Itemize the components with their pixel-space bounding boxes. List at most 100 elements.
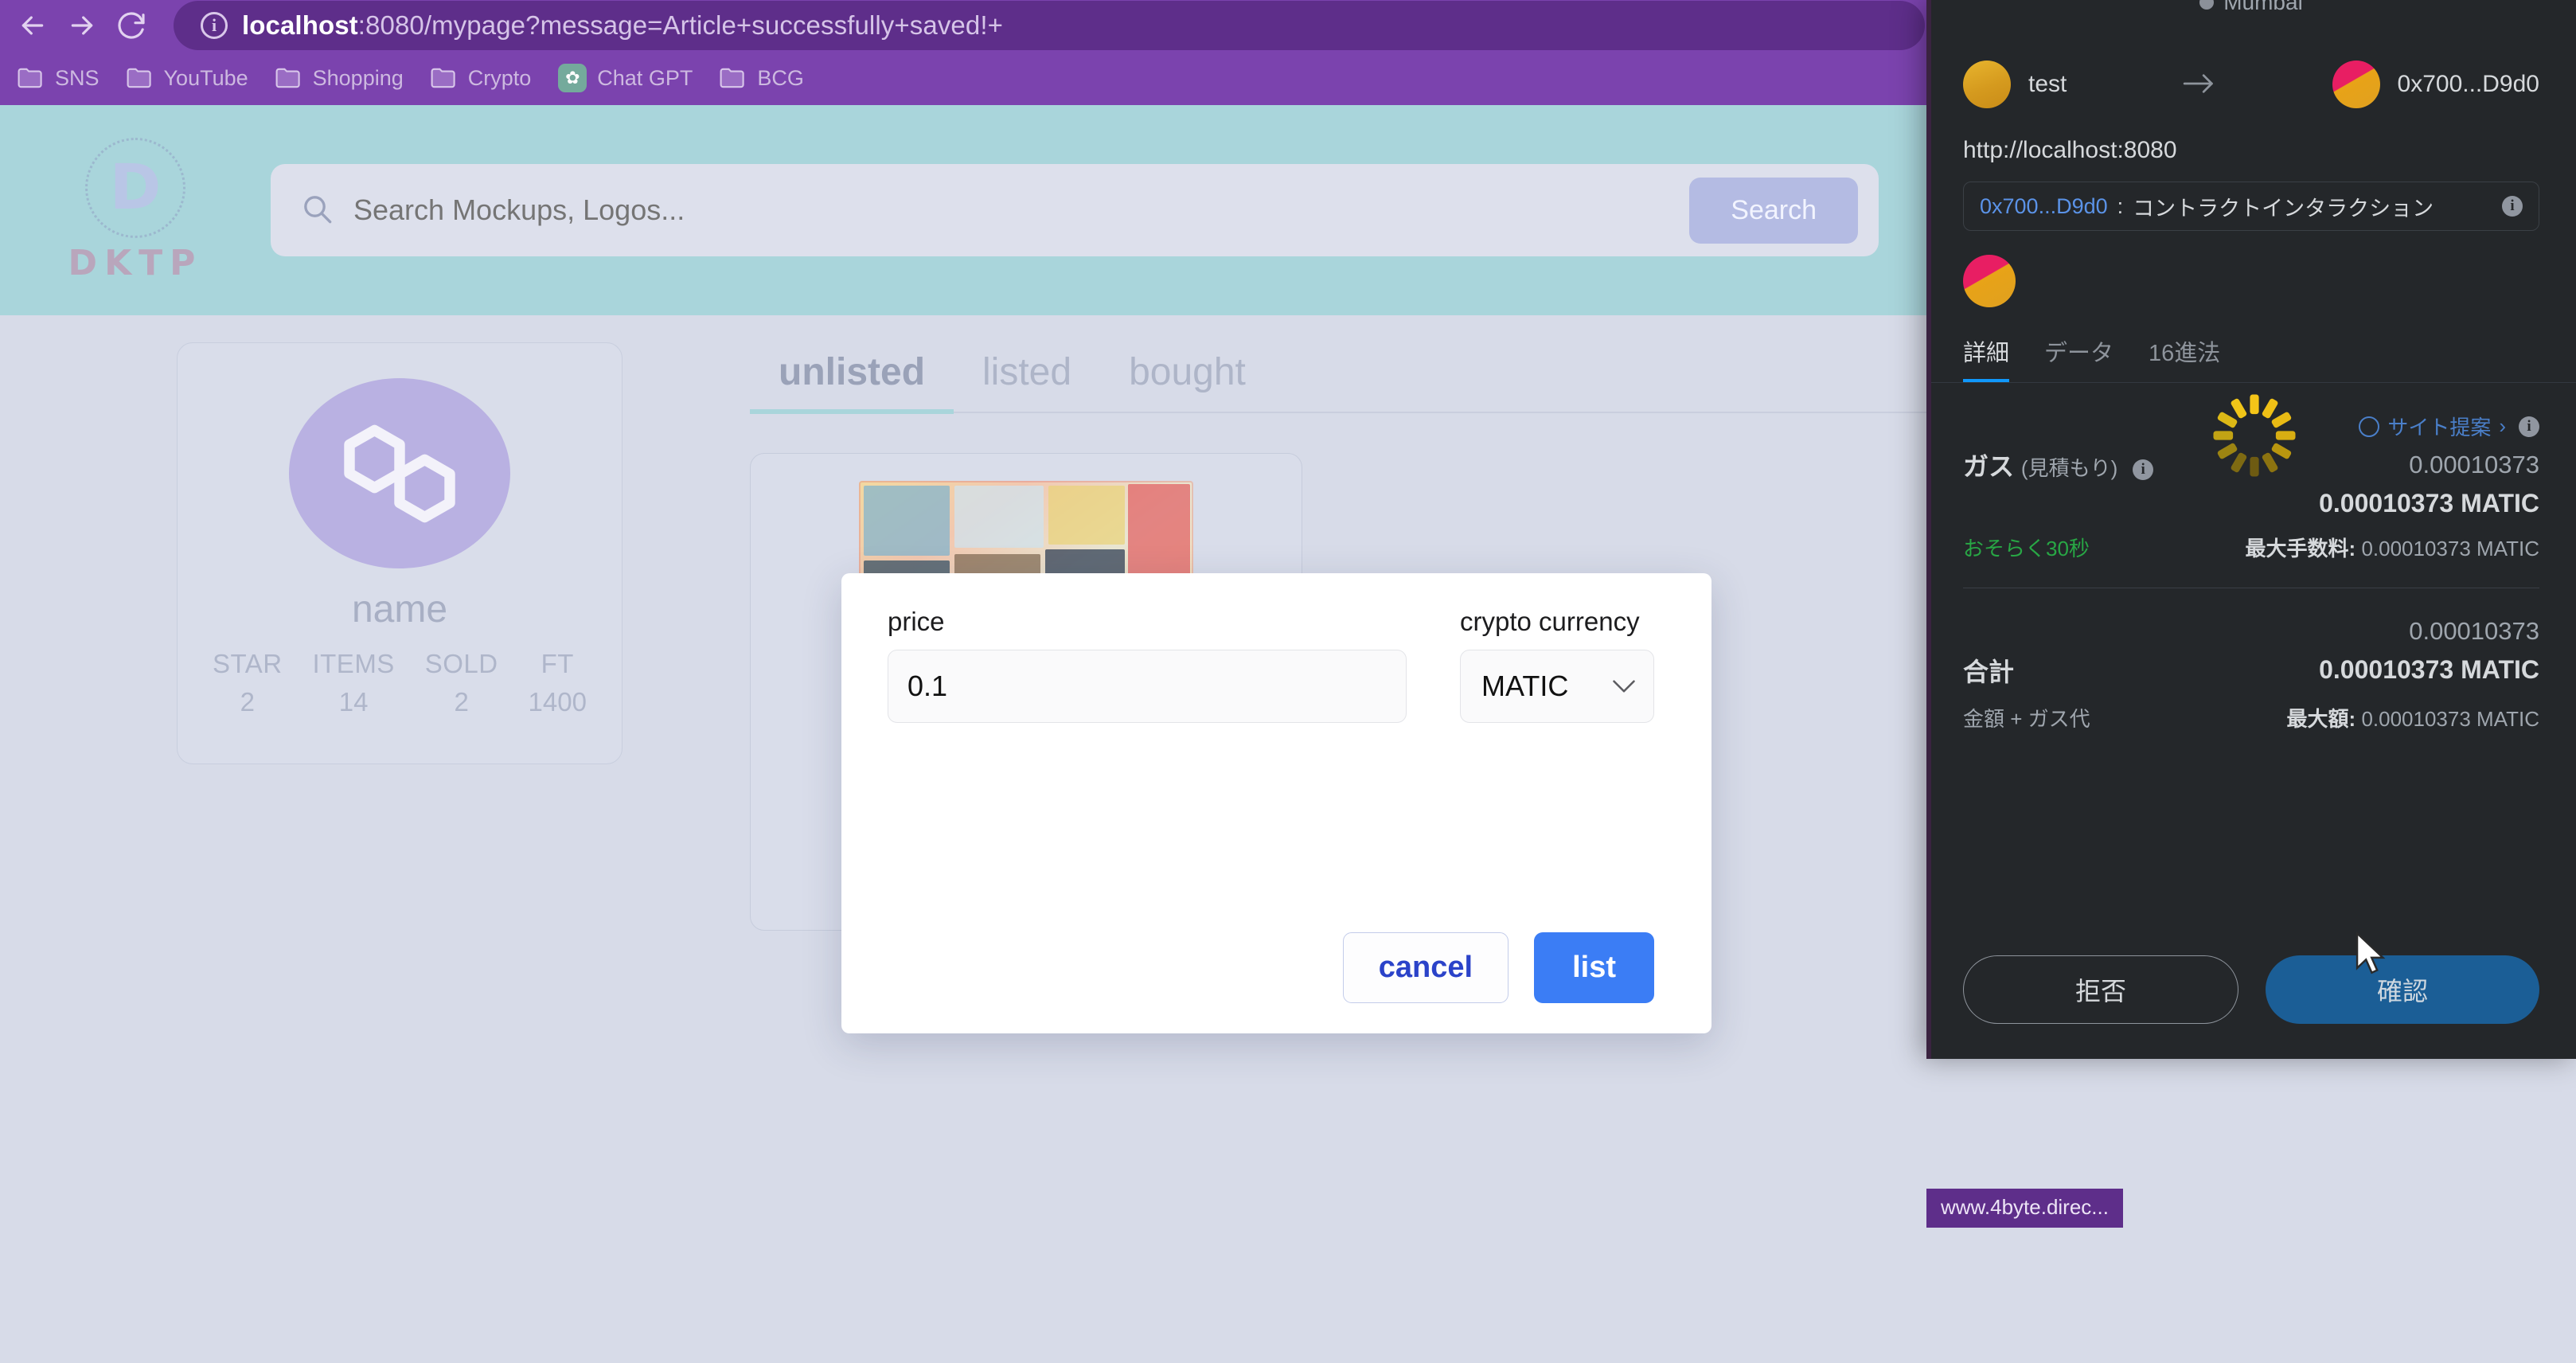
total-subrow: 金額 + ガス代 最大額: 0.00010373 MATIC	[1963, 700, 2539, 753]
to-account-name: 0x700...D9d0	[2397, 71, 2539, 97]
screen-root: i localhost:8080/mypage?message=Article+…	[0, 0, 2576, 1363]
total-amount-fiat: 0.00010373	[2409, 617, 2539, 645]
info-icon[interactable]: i	[2519, 416, 2539, 437]
folder-icon	[18, 67, 45, 89]
metamask-edge	[1926, 0, 1931, 1059]
currency-field-group: crypto currency MATIC	[1460, 607, 1654, 723]
price-input[interactable]	[888, 650, 1407, 723]
contract-address: 0x700...D9d0	[1980, 193, 2108, 218]
list-nft-modal: price crypto currency MATIC cancel list	[841, 573, 1711, 1033]
tab-data[interactable]: データ	[2044, 334, 2113, 382]
currency-select[interactable]: MATIC	[1460, 650, 1654, 723]
origin-url: http://localhost:8080	[1963, 137, 2177, 163]
folder-icon	[127, 67, 154, 89]
gas-time-estimate: おそらく30秒	[1963, 537, 2090, 560]
total-sub-label: 金額 + ガス代	[1963, 707, 2090, 731]
account-transfer-row: test 0x700...D9d0	[1926, 33, 2576, 116]
browser-nav-row: i localhost:8080/mypage?message=Article+…	[0, 0, 1926, 51]
bookmark-label: Crypto	[467, 65, 532, 90]
tab-hex[interactable]: 16進法	[2149, 334, 2220, 382]
bookmark-shopping[interactable]: Shopping	[266, 55, 421, 101]
forward-button[interactable]	[57, 1, 107, 50]
chevron-down-icon	[1612, 674, 1636, 699]
contract-action: コントラクトインタラクション	[2133, 196, 2434, 221]
identicon-from-icon	[1963, 61, 2011, 108]
modal-overlay: price crypto currency MATIC cancel list	[0, 105, 1926, 1363]
list-button[interactable]: list	[1534, 932, 1654, 1003]
modal-fields: price crypto currency MATIC	[888, 607, 1654, 723]
total-row: 合計 0.00010373 0.00010373 MATIC	[1963, 588, 2539, 700]
reload-button[interactable]	[107, 1, 156, 50]
gas-values: サイト提案 › i 0.00010373 0.00010373 MATIC	[2319, 412, 2539, 518]
cancel-button[interactable]: cancel	[1342, 932, 1509, 1003]
reject-button[interactable]: 拒否	[1963, 955, 2238, 1024]
mouse-cursor	[2352, 931, 2389, 982]
gas-amount-fiat: 0.00010373	[2409, 451, 2539, 478]
arrow-right-icon	[2183, 69, 2216, 100]
info-icon[interactable]: i	[2502, 196, 2523, 217]
gas-max-fee: 最大手数料: 0.00010373 MATIC	[2246, 533, 2539, 562]
network-indicator[interactable]: Mumbai	[1926, 0, 2576, 19]
confirm-button[interactable]: 確認	[2266, 955, 2539, 1024]
metamask-tabs: 詳細 データ 16進法	[1926, 334, 2576, 383]
from-account[interactable]: test	[1963, 61, 2067, 108]
site-suggested-label: サイト提案	[2387, 416, 2492, 439]
address-bar[interactable]: i localhost:8080/mypage?message=Article+…	[174, 1, 1925, 50]
folder-icon	[431, 67, 458, 89]
loading-spinner-icon	[2210, 391, 2299, 480]
chatgpt-icon: ✿	[558, 64, 587, 92]
site-suggested-badge[interactable]: サイト提案 › i	[2319, 412, 2539, 441]
from-account-name: test	[2028, 71, 2067, 97]
info-icon[interactable]: i	[2133, 459, 2154, 480]
back-button[interactable]	[8, 1, 57, 50]
gas-label-group: ガス (見積もり) i	[1963, 412, 2154, 483]
bookmark-bcg[interactable]: BCG	[710, 55, 822, 101]
bookmarks-bar: SNS YouTube Shopping Crypto ✿ Chat GPT B…	[0, 51, 1926, 105]
contract-interaction-pill[interactable]: 0x700...D9d0 : コントラクトインタラクション i	[1963, 182, 2539, 231]
metamask-details-body: ガス (見積もり) i サイト提案 › i 0.00010373 0.00010…	[1926, 383, 2576, 753]
folder-icon	[275, 67, 302, 89]
gas-amount-crypto: 0.00010373 MATIC	[2319, 489, 2539, 517]
bookmark-sns[interactable]: SNS	[8, 55, 117, 101]
gas-max-fee-value: 0.00010373 MATIC	[2361, 537, 2539, 560]
network-label: Mumbai	[2223, 0, 2303, 14]
browser-chrome: i localhost:8080/mypage?message=Article+…	[0, 0, 1926, 105]
modal-actions: cancel list	[1342, 932, 1654, 1003]
total-max-value: 0.00010373 MATIC	[2361, 707, 2539, 731]
gas-max-fee-label: 最大手数料:	[2245, 537, 2356, 560]
bookmark-crypto[interactable]: Crypto	[421, 55, 549, 101]
total-max-label: 最大額:	[2286, 707, 2356, 731]
total-label: 合計	[1963, 658, 2015, 686]
metamask-footer: 拒否 確認	[1926, 928, 2576, 1059]
total-amount-crypto: 0.00010373 MATIC	[2319, 655, 2539, 684]
to-account[interactable]: 0x700...D9d0	[2332, 61, 2539, 108]
site-info-icon[interactable]: i	[201, 12, 228, 39]
bookmark-label: YouTube	[163, 65, 248, 90]
address-bar-url: localhost:8080/mypage?message=Article+su…	[242, 10, 1003, 40]
total-max: 最大額: 0.00010373 MATIC	[2287, 703, 2539, 732]
bookmark-youtube[interactable]: YouTube	[117, 55, 266, 101]
metamask-popup: Mumbai test 0x700...D9d0 http://localhos…	[1926, 0, 2576, 1059]
tab-details[interactable]: 詳細	[1963, 334, 2010, 382]
gas-label: ガス	[1963, 452, 2015, 481]
chevron-right-icon: ›	[2499, 414, 2506, 438]
gas-label-sub: (見積もり)	[2020, 456, 2118, 480]
bookmark-label: BCG	[757, 65, 804, 90]
identicon-to-icon	[2332, 61, 2380, 108]
gas-subrow: おそらく30秒 最大手数料: 0.00010373 MATIC	[1963, 529, 2539, 583]
bookmark-label: Chat GPT	[597, 65, 693, 90]
status-bar-tooltip: www.4byte.direc...	[1926, 1189, 2123, 1228]
identicon-tx-icon	[1963, 255, 2016, 307]
folder-icon	[720, 67, 747, 89]
total-values: 0.00010373 0.00010373 MATIC	[2319, 617, 2539, 685]
bookmark-label: SNS	[55, 65, 100, 90]
price-field-group: price	[888, 607, 1407, 723]
globe-icon	[2359, 416, 2380, 437]
bookmark-label: Shopping	[312, 65, 404, 90]
contract-separator: :	[2117, 193, 2124, 218]
currency-selected-value: MATIC	[1481, 670, 1569, 702]
price-label: price	[888, 607, 945, 636]
gas-row: ガス (見積もり) i サイト提案 › i 0.00010373 0.00010…	[1963, 383, 2539, 529]
network-dot-icon	[2199, 0, 2215, 10]
bookmark-chat-gpt[interactable]: ✿ Chat GPT	[548, 55, 710, 101]
